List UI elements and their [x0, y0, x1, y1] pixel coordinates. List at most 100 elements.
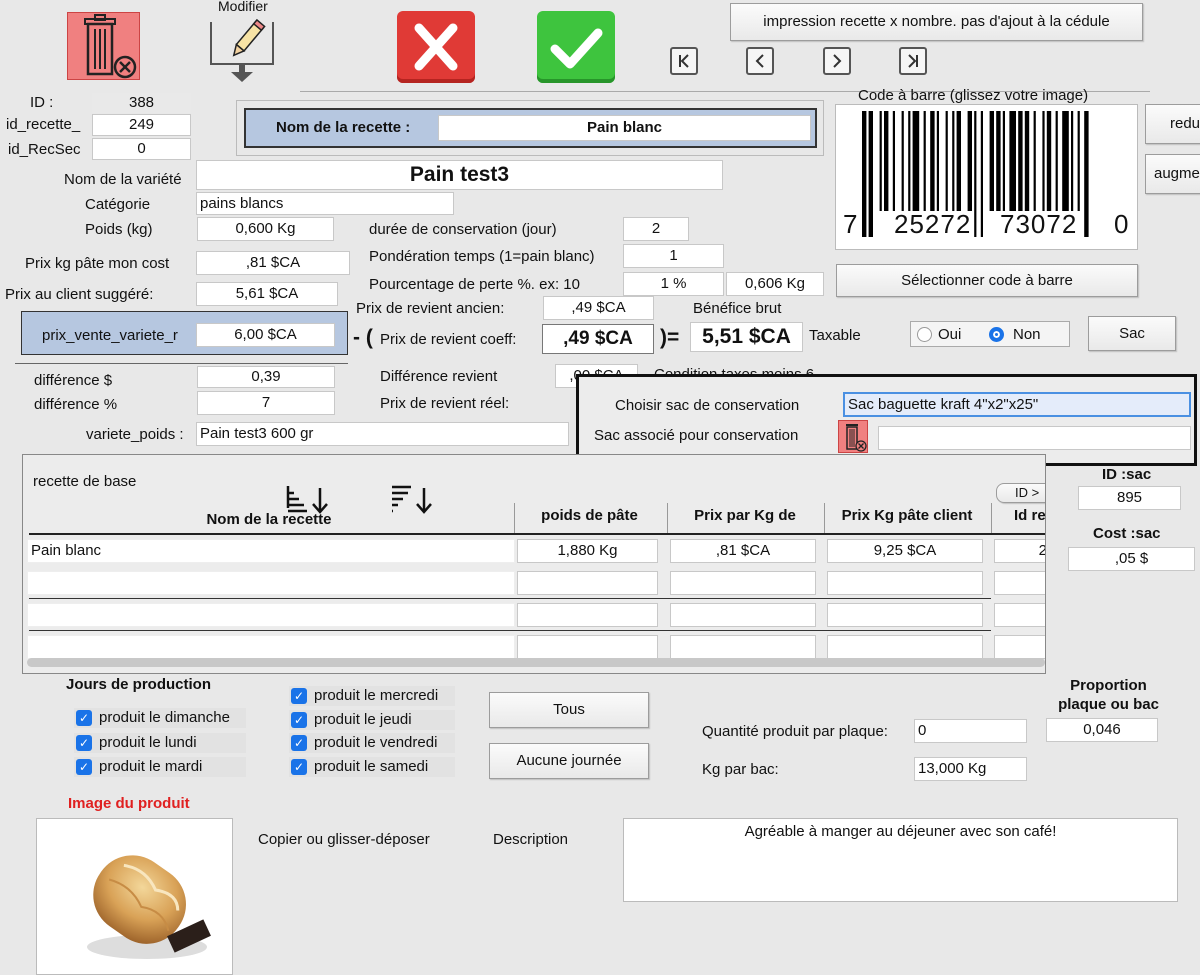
- barcode-bar: [936, 111, 939, 211]
- dough-cost-value[interactable]: ,81 $CA: [196, 251, 350, 275]
- barcode-bar: [1018, 111, 1023, 211]
- table-cell[interactable]: [827, 635, 983, 659]
- category-label: Catégorie: [85, 196, 151, 213]
- table-cell[interactable]: [670, 603, 816, 627]
- production-day-checkbox[interactable]: ✓: [291, 688, 307, 704]
- table-cell[interactable]: 2: [994, 539, 1045, 563]
- production-day-checkbox[interactable]: ✓: [76, 759, 92, 775]
- recipe-name-value[interactable]: Pain blanc: [438, 115, 811, 141]
- last-record-button[interactable]: [899, 47, 927, 75]
- barcode-bar: [996, 111, 1001, 211]
- table-column-header[interactable]: Id re: [994, 507, 1045, 524]
- previous-record-button[interactable]: [746, 47, 774, 75]
- per-plate-value[interactable]: 0: [914, 719, 1027, 743]
- table-cell[interactable]: 9,25 $CA: [827, 539, 983, 563]
- diff-dollar-value[interactable]: 0,39: [197, 366, 335, 388]
- choose-bag-field[interactable]: Sac baguette kraft 4"x2"x25": [843, 392, 1191, 417]
- proportion-value: 0,046: [1046, 718, 1158, 742]
- table-column-header[interactable]: Prix Kg pâte client: [827, 507, 987, 524]
- delete-button[interactable]: [67, 12, 140, 80]
- increase-button[interactable]: augme: [1145, 154, 1200, 194]
- barcode-image[interactable]: 7 25272 73072 0: [835, 104, 1138, 250]
- production-day-checkbox[interactable]: ✓: [291, 712, 307, 728]
- bag-button[interactable]: Sac: [1088, 316, 1176, 351]
- suggested-price-value[interactable]: 5,61 $CA: [196, 282, 338, 306]
- barcode-bar: [956, 111, 961, 211]
- confirm-button[interactable]: [537, 11, 615, 83]
- variety-weight-label: variete_poids :: [86, 426, 184, 443]
- column-separator: [824, 503, 825, 533]
- table-column-header[interactable]: Prix par Kg de: [670, 507, 820, 524]
- table-cell[interactable]: Pain blanc: [27, 539, 515, 563]
- table-row[interactable]: [23, 599, 1045, 631]
- variety-name-value[interactable]: Pain test3: [196, 160, 723, 190]
- print-recipe-button[interactable]: impression recette x nombre. pas d'ajout…: [730, 3, 1143, 41]
- associated-bag-field[interactable]: [878, 426, 1191, 450]
- table-cell[interactable]: [994, 571, 1045, 595]
- table-cell[interactable]: [994, 603, 1045, 627]
- horizontal-scrollbar[interactable]: [27, 658, 1045, 667]
- table-cell[interactable]: [827, 603, 983, 627]
- table-cell[interactable]: [994, 635, 1045, 659]
- equals-sign: )=: [660, 326, 680, 349]
- first-record-button[interactable]: [670, 47, 698, 75]
- diff-pct-value[interactable]: 7: [197, 391, 335, 415]
- production-day-checkbox[interactable]: ✓: [76, 710, 92, 726]
- table-cell[interactable]: [27, 635, 515, 659]
- table-column-header[interactable]: poids de pâte: [517, 507, 662, 524]
- production-day-checkbox[interactable]: ✓: [291, 759, 307, 775]
- select-barcode-button[interactable]: Sélectionner code à barre: [836, 264, 1138, 297]
- cancel-button[interactable]: [397, 11, 475, 83]
- table-row[interactable]: Pain blanc1,880 Kg ,81 $CA 9,25 $CA 2: [23, 535, 1045, 567]
- production-days-title: Jours de production: [66, 676, 212, 693]
- table-cell[interactable]: [517, 603, 658, 627]
- production-day-checkbox[interactable]: ✓: [76, 735, 92, 751]
- no-days-button[interactable]: Aucune journée: [489, 743, 649, 779]
- table-cell[interactable]: 1,880 Kg: [517, 539, 658, 563]
- coeff-cost-value[interactable]: ,49 $CA: [542, 324, 654, 354]
- old-cost-value[interactable]: ,49 $CA: [543, 296, 654, 320]
- description-field[interactable]: Agréable à manger au déjeuner avec son c…: [623, 818, 1178, 902]
- product-image[interactable]: [36, 818, 233, 975]
- taxable-yes-radio[interactable]: [917, 327, 932, 342]
- table-row[interactable]: [23, 567, 1045, 599]
- table-cell[interactable]: [827, 571, 983, 595]
- taxable-no-radio[interactable]: [989, 327, 1004, 342]
- product-image-label: Image du produit: [68, 795, 190, 812]
- shelf-life-value[interactable]: 2: [623, 217, 689, 241]
- category-value[interactable]: pains blancs: [196, 192, 454, 215]
- barcode-bar: [1009, 111, 1016, 211]
- table-header: Nom de la recette poids de pâte Prix par K…: [23, 499, 1045, 533]
- next-record-button[interactable]: [823, 47, 851, 75]
- chevron-left-icon: [755, 54, 764, 68]
- table-cell[interactable]: [27, 571, 515, 595]
- production-day-label: produit le jeudi: [314, 711, 412, 728]
- id-recsec-value[interactable]: 0: [92, 138, 191, 160]
- variety-weight-value[interactable]: Pain test3 600 gr: [196, 422, 569, 446]
- bag-id-value: 895: [1078, 486, 1181, 510]
- production-day-checkbox[interactable]: ✓: [291, 735, 307, 751]
- table-cell[interactable]: [670, 571, 816, 595]
- remove-bag-button[interactable]: [838, 420, 868, 453]
- production-day-label: produit le lundi: [99, 734, 197, 751]
- table-cell[interactable]: [27, 603, 515, 627]
- weight-value[interactable]: 0,600 Kg: [197, 217, 334, 241]
- table-cell[interactable]: [517, 635, 658, 659]
- reduce-button[interactable]: redu: [1145, 104, 1200, 144]
- modify-button[interactable]: [205, 14, 281, 84]
- table-column-header[interactable]: Nom de la recette: [29, 511, 509, 528]
- sale-price-label: prix_vente_variete_r: [42, 327, 178, 344]
- production-day-label: produit le vendredi: [314, 734, 438, 751]
- barcode-bar: [952, 111, 955, 211]
- id-recette-value[interactable]: 249: [92, 114, 191, 136]
- kg-per-bin-value[interactable]: 13,000 Kg: [914, 757, 1027, 781]
- time-weight-value[interactable]: 1: [623, 244, 724, 268]
- all-days-button[interactable]: Tous: [489, 692, 649, 728]
- old-cost-label: Prix de revient ancien:: [356, 300, 505, 317]
- table-cell[interactable]: [670, 635, 816, 659]
- table-cell[interactable]: [517, 571, 658, 595]
- table-cell[interactable]: ,81 $CA: [670, 539, 816, 563]
- sale-price-value[interactable]: 6,00 $CA: [196, 323, 335, 347]
- diff-pct-label: différence %: [34, 396, 118, 413]
- loss-pct-value[interactable]: 1 %: [623, 272, 724, 296]
